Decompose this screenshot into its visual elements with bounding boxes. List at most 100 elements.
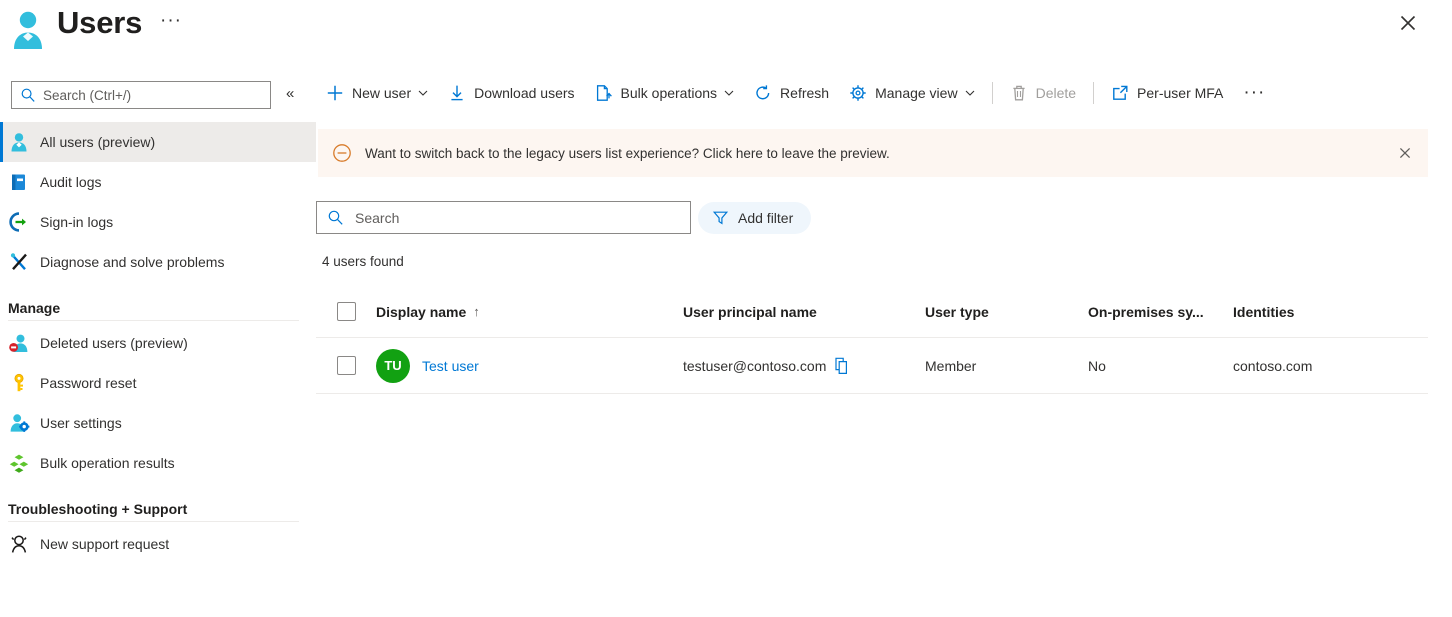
users-blade: Users ··· « All users (preview) [0,0,1452,617]
deleted-user-icon [9,334,28,352]
refresh-button[interactable]: Refresh [744,75,839,111]
table-row[interactable]: TU Test user testuser@contoso.com Member… [316,338,1428,394]
sort-ascending-icon: ↑ [473,304,480,319]
select-all-cell [316,302,376,321]
cell-identities: contoso.com [1233,357,1313,374]
cell-display-name: TU Test user [376,348,683,383]
download-users-button[interactable]: Download users [438,75,584,111]
search-icon [328,210,343,225]
command-label: Bulk operations [620,85,718,101]
column-header-on-premises-sync[interactable]: On-premises sy... [1088,304,1233,320]
filter-row: Add filter [316,201,812,234]
column-header-user-principal-name[interactable]: User principal name [683,304,925,320]
gear-icon [850,85,866,101]
sidebar-item-label: All users (preview) [40,134,156,150]
title-more-menu[interactable]: ··· [160,10,182,32]
download-arrow-icon [451,85,463,101]
sidebar-item-bulk-operation-results[interactable]: Bulk operation results [0,443,316,483]
main-content: New user Download users Bulk operations … [316,62,1452,617]
sidebar-divider [8,320,299,321]
sidebar-item-deleted-users[interactable]: Deleted users (preview) [0,323,316,363]
command-separator [1093,82,1095,104]
bulk-operations-button[interactable]: Bulk operations [585,75,745,111]
command-separator [991,82,993,104]
table-header-row: Display name ↑ User principal name User … [316,286,1428,338]
close-icon[interactable] [1396,11,1420,35]
banner-message: Want to switch back to the legacy users … [365,145,890,161]
users-search-input[interactable] [316,201,691,234]
funnel-icon [712,211,729,225]
close-icon[interactable] [1397,145,1413,161]
person-gear-icon [10,414,30,432]
sidebar-search-input[interactable] [11,81,271,109]
sidebar-item-sign-in-logs[interactable]: Sign-in logs [0,202,316,242]
book-icon [12,174,25,190]
column-header-display-name[interactable]: Display name ↑ [376,304,683,320]
sidebar-item-label: Deleted users (preview) [40,335,188,351]
row-select-cell [316,356,376,375]
sidebar-item-label: User settings [40,415,122,431]
results-count: 4 users found [322,254,404,269]
chevron-down-icon [965,90,974,96]
column-header-user-type[interactable]: User type [925,304,1088,320]
manage-view-button[interactable]: Manage view [839,75,985,111]
command-label: Manage view [875,85,958,101]
sidebar-group-title-troubleshooting: Troubleshooting + Support [8,501,188,517]
title-bar: Users ··· [0,0,1452,62]
column-header-label: Display name [376,303,467,320]
sign-in-arrow-icon [9,212,26,232]
sidebar-nav: All users (preview) Audit logs Sign-in l… [0,122,316,564]
select-all-checkbox[interactable] [336,302,356,321]
refresh-icon [756,85,770,100]
avatar: TU [376,348,410,383]
sidebar-item-label: Bulk operation results [40,455,175,471]
sidebar-item-label: Audit logs [40,174,102,190]
new-user-button[interactable]: New user [316,75,438,111]
users-table: Display name ↑ User principal name User … [316,286,1428,394]
row-checkbox[interactable] [336,356,356,375]
copy-icon[interactable] [834,357,851,375]
sidebar: « All users (preview) Audit logs [0,62,316,617]
command-label: Download users [474,85,575,101]
users-search-wrapper [316,201,691,234]
user-person-icon [14,11,42,49]
command-label: Delete [1035,85,1077,101]
sidebar-item-diagnose-solve-problems[interactable]: Diagnose and solve problems [0,242,316,282]
wrench-screwdriver-icon [10,253,27,270]
chevron-down-icon [418,90,428,96]
command-bar: New user Download users Bulk operations … [316,71,1275,115]
sidebar-item-password-reset[interactable]: Password reset [0,363,316,403]
user-principal-name-text: testuser@contoso.com [683,357,827,374]
info-circle-minus-icon [333,144,351,162]
sidebar-item-label: New support request [40,536,170,552]
column-header-identities[interactable]: Identities [1233,304,1413,320]
sidebar-collapse-button[interactable]: « [286,84,294,104]
command-label: Refresh [780,85,830,101]
page-title: Users [57,5,143,40]
sidebar-item-audit-logs[interactable]: Audit logs [0,162,316,202]
preview-banner: Want to switch back to the legacy users … [318,129,1428,177]
chevron-down-icon [724,90,734,96]
sidebar-item-all-users[interactable]: All users (preview) [0,122,316,162]
sidebar-item-label: Sign-in logs [40,214,114,230]
search-icon [21,88,35,102]
command-label: Per-user MFA [1137,85,1224,101]
add-filter-label: Add filter [738,209,794,226]
command-overflow-button[interactable]: ··· [1233,83,1275,103]
add-filter-button[interactable]: Add filter [698,201,812,234]
sidebar-group-title-manage: Manage [8,300,61,316]
sidebar-item-user-settings[interactable]: User settings [0,403,316,443]
green-cubes-icon [9,454,29,473]
delete-button[interactable]: Delete [1000,75,1086,111]
cell-user-type: Member [925,357,977,374]
key-icon [14,373,24,392]
sidebar-item-new-support-request[interactable]: New support request [0,524,316,564]
trash-icon [1012,85,1025,101]
per-user-mfa-button[interactable]: Per-user MFA [1101,75,1233,111]
user-display-name-link[interactable]: Test user [422,358,479,374]
sidebar-item-label: Password reset [40,375,137,391]
sidebar-search-wrapper [11,81,271,109]
sidebar-item-label: Diagnose and solve problems [40,254,225,270]
plus-icon [327,85,343,101]
bulk-page-icon [596,85,612,101]
